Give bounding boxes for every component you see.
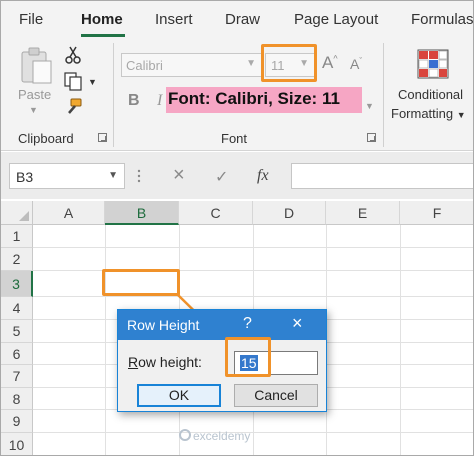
italic-button[interactable]: I xyxy=(157,92,162,110)
cut-icon[interactable] xyxy=(63,45,83,65)
row-height-label: Row height: xyxy=(128,354,202,370)
ribbon-tabs: File Home Insert Draw Page Layout Formul… xyxy=(1,1,473,39)
row-header-2[interactable]: 2 xyxy=(1,248,33,271)
font-size-highlight xyxy=(261,44,317,82)
formula-input[interactable] xyxy=(291,163,473,189)
insert-function-icon[interactable]: fx xyxy=(257,167,269,185)
font-info-callout: Font: Calibri, Size: 11 xyxy=(166,87,362,113)
font-group-label: Font xyxy=(221,131,248,146)
copy-dropdown-icon[interactable]: ▼ xyxy=(88,77,97,87)
tab-home[interactable]: Home xyxy=(81,11,123,28)
gridline xyxy=(105,225,106,455)
ribbon-divider xyxy=(113,43,114,147)
help-icon[interactable]: ? xyxy=(243,315,252,333)
row-header-5[interactable]: 5 xyxy=(1,320,33,343)
gridline xyxy=(33,432,473,433)
font-name-value: Calibri xyxy=(126,58,163,73)
watermark: exceldemy xyxy=(193,429,251,443)
active-tab-indicator xyxy=(81,34,125,37)
formula-bar: B3 ▼ × ✓ fx xyxy=(1,152,473,199)
chevron-down-icon: ▼ xyxy=(108,170,118,181)
column-header-e[interactable]: E xyxy=(326,201,400,225)
cancel-entry-icon[interactable]: × xyxy=(173,164,185,187)
dialog-title-bar[interactable]: Row Height ? × xyxy=(118,310,326,340)
chevron-down-icon: ▼ xyxy=(246,58,256,69)
decrease-font-size-icon[interactable]: Aˇ xyxy=(350,56,362,72)
confirm-entry-icon[interactable]: ✓ xyxy=(215,167,228,187)
row-header-9[interactable]: 9 xyxy=(1,410,33,433)
formula-buttons: × ✓ fx xyxy=(153,163,287,189)
gridline xyxy=(400,225,401,455)
clipboard-group-label: Clipboard xyxy=(18,131,74,146)
row-header-6[interactable]: 6 xyxy=(1,343,33,365)
cancel-button[interactable]: Cancel xyxy=(234,384,318,407)
name-box-value: B3 xyxy=(16,169,34,185)
paste-dropdown-icon[interactable]: ▼ xyxy=(29,105,38,115)
selected-cell-b3[interactable] xyxy=(102,269,180,296)
tab-formulas[interactable]: Formulas xyxy=(411,11,473,28)
font-color-dropdown-icon[interactable]: ▼ xyxy=(365,101,374,111)
row-header-4[interactable]: 4 xyxy=(1,297,33,320)
row-header-8[interactable]: 8 xyxy=(1,388,33,410)
bold-button[interactable]: B xyxy=(128,92,140,110)
dialog-title: Row Height xyxy=(127,317,200,333)
column-header-b[interactable]: B xyxy=(105,201,179,225)
gridline xyxy=(33,270,473,271)
ribbon: Paste ▼ ▼ Clipboard Calibri ▼ 11 ▼ A^ Aˇ… xyxy=(1,39,473,151)
conditional-formatting-label-2[interactable]: Formatting ▼ xyxy=(391,106,466,121)
tab-file[interactable]: File xyxy=(19,11,43,28)
gridline xyxy=(33,296,473,297)
column-header-c[interactable]: C xyxy=(179,201,253,225)
paste-label[interactable]: Paste xyxy=(18,87,51,102)
format-painter-icon[interactable] xyxy=(63,97,83,117)
ribbon-divider xyxy=(383,43,384,147)
tab-page-layout[interactable]: Page Layout xyxy=(294,11,378,28)
column-header-f[interactable]: F xyxy=(400,201,473,225)
excel-window: File Home Insert Draw Page Layout Formul… xyxy=(0,0,474,456)
watermark-logo-icon xyxy=(179,429,191,441)
row-header-10[interactable]: 10 xyxy=(1,433,33,455)
font-launcher-icon[interactable] xyxy=(367,133,376,142)
tab-draw[interactable]: Draw xyxy=(225,11,260,28)
column-header-d[interactable]: D xyxy=(253,201,326,225)
increase-font-size-icon[interactable]: A^ xyxy=(322,53,338,73)
callout-text: Font: Calibri, Size: 11 xyxy=(168,89,340,108)
ok-button[interactable]: OK xyxy=(137,384,221,407)
row-header-1[interactable]: 1 xyxy=(1,225,33,248)
close-icon[interactable]: × xyxy=(292,313,303,334)
name-box[interactable]: B3 ▼ xyxy=(9,163,125,189)
copy-icon[interactable] xyxy=(63,71,83,91)
formula-bar-grip-icon[interactable] xyxy=(136,163,142,189)
conditional-formatting-label[interactable]: Conditional xyxy=(398,87,463,102)
row-header-3[interactable]: 3 xyxy=(1,271,33,297)
tab-insert[interactable]: Insert xyxy=(155,11,193,28)
font-name-select[interactable]: Calibri ▼ xyxy=(121,53,263,77)
clipboard-launcher-icon[interactable] xyxy=(98,133,107,142)
row-header-7[interactable]: 7 xyxy=(1,365,33,388)
row-height-dialog: Row Height ? × Row height: 15 OK Cancel xyxy=(117,309,327,412)
column-header-a[interactable]: A xyxy=(33,201,105,225)
row-height-input-highlight xyxy=(225,337,271,377)
conditional-formatting-icon[interactable] xyxy=(417,49,449,79)
paste-icon[interactable] xyxy=(19,47,53,85)
gridline xyxy=(33,247,473,248)
select-all-button[interactable] xyxy=(1,201,33,225)
